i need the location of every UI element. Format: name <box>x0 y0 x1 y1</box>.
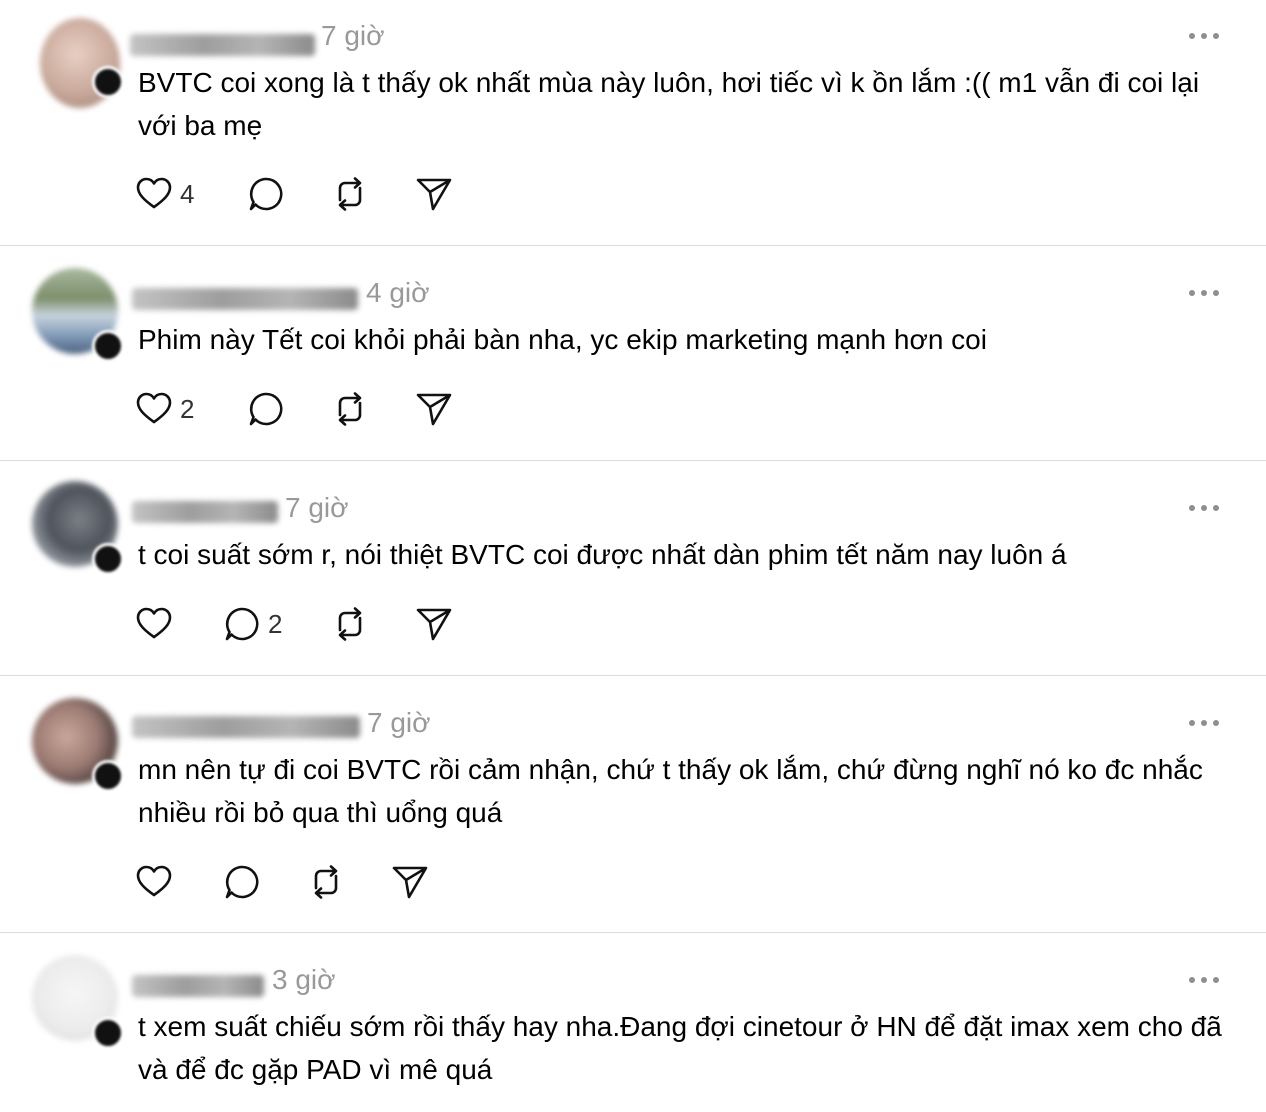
verified-badge <box>92 330 124 362</box>
send-icon <box>416 178 452 211</box>
reply-post: 7 giờ BVTC coi xong là t thấy ok nhất mù… <box>0 0 1266 245</box>
post-time: 7 giờ <box>367 707 431 738</box>
username-blurred[interactable] <box>132 716 360 738</box>
reply-post: 7 giờ t coi suất sớm r, nói thiệt BVTC c… <box>0 461 1266 675</box>
repost-icon <box>338 392 362 426</box>
repost-button[interactable] <box>330 389 370 429</box>
post-text: BVTC coi xong là t thấy ok nhất mùa này … <box>138 67 1200 141</box>
comment-bubble-icon <box>225 607 259 641</box>
repost-icon <box>338 177 362 211</box>
like-button[interactable]: 4 <box>134 174 194 214</box>
verified-badge <box>92 543 124 575</box>
reply-count: 2 <box>268 608 283 639</box>
more-options-button[interactable] <box>1186 964 1222 994</box>
share-button[interactable] <box>414 174 454 214</box>
replies-feed: 7 giờ BVTC coi xong là t thấy ok nhất mù… <box>0 0 1266 1112</box>
post-text: Phim này Tết coi khỏi phải bàn nha, yc e… <box>138 324 987 355</box>
share-button[interactable] <box>414 389 454 429</box>
reply-button[interactable] <box>246 174 286 214</box>
comment-bubble-icon <box>249 177 283 211</box>
reply-button[interactable] <box>246 389 286 429</box>
heart-icon <box>136 607 172 639</box>
comment-bubble-icon <box>225 865 259 899</box>
more-options-button[interactable] <box>1186 492 1222 522</box>
more-options-button[interactable] <box>1186 707 1222 737</box>
action-bar: 4 <box>134 174 474 214</box>
action-bar: 2 <box>134 604 474 644</box>
verified-badge <box>92 760 124 792</box>
username-blurred[interactable] <box>132 501 278 523</box>
repost-icon <box>338 607 362 641</box>
repost-button[interactable] <box>330 174 370 214</box>
heart-icon <box>136 392 172 424</box>
reply-button[interactable] <box>222 862 262 902</box>
more-options-button[interactable] <box>1186 277 1222 307</box>
post-time: 7 giờ <box>321 20 385 51</box>
post-time: 4 giờ <box>366 277 430 308</box>
send-icon <box>416 393 452 426</box>
reply-post: 7 giờ mn nên tự đi coi BVTC rồi cảm nhận… <box>0 676 1266 932</box>
like-button[interactable]: 2 <box>134 389 194 429</box>
post-text: mn nên tự đi coi BVTC rồi cảm nhận, chứ … <box>138 754 1203 828</box>
repost-button[interactable] <box>306 862 346 902</box>
username-blurred[interactable] <box>132 975 264 997</box>
reply-button[interactable]: 2 <box>222 604 282 644</box>
share-button[interactable] <box>390 862 430 902</box>
action-bar <box>134 862 474 902</box>
heart-icon <box>136 865 172 897</box>
like-button[interactable] <box>134 604 180 644</box>
like-count: 2 <box>180 393 195 424</box>
post-time: 3 giờ <box>272 964 336 995</box>
send-icon <box>416 608 452 641</box>
share-button[interactable] <box>414 604 454 644</box>
post-text: t xem suất chiếu sớm rồi thấy hay nha.Đa… <box>138 1011 1222 1085</box>
comment-bubble-icon <box>249 392 283 426</box>
heart-icon <box>136 177 172 209</box>
verified-badge <box>92 1017 124 1049</box>
more-options-button[interactable] <box>1186 20 1222 50</box>
like-count: 4 <box>180 178 195 209</box>
username-blurred[interactable] <box>130 34 315 56</box>
post-text: t coi suất sớm r, nói thiệt BVTC coi đượ… <box>138 539 1067 570</box>
repost-icon <box>314 865 338 899</box>
username-blurred[interactable] <box>132 288 358 310</box>
like-button[interactable] <box>134 862 174 902</box>
action-bar: 2 <box>134 389 474 429</box>
post-time: 7 giờ <box>285 492 349 523</box>
send-icon <box>392 866 428 899</box>
reply-post: 4 giờ Phim này Tết coi khỏi phải bàn nha… <box>0 246 1266 460</box>
verified-badge <box>92 66 124 98</box>
repost-button[interactable] <box>330 604 370 644</box>
reply-post: 3 giờ t xem suất chiếu sớm rồi thấy hay … <box>0 933 1266 1112</box>
